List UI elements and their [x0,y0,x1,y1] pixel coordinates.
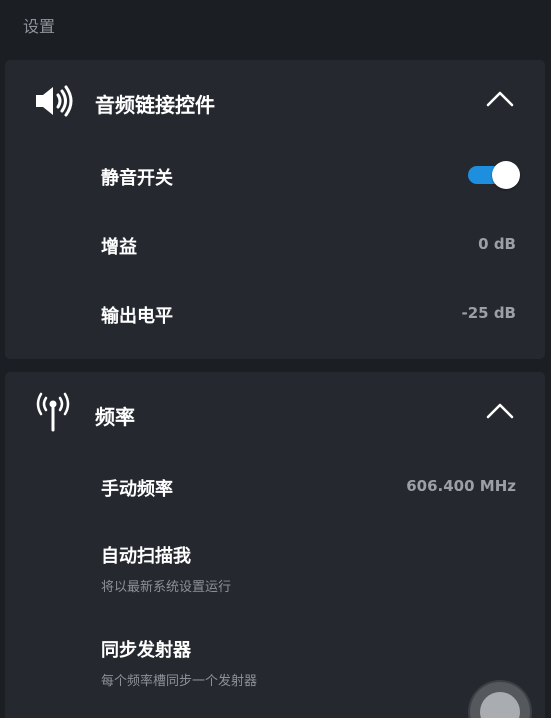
chevron-up-icon[interactable] [486,90,514,108]
mute-toggle[interactable] [468,161,520,189]
frequency-section-header[interactable]: 频率 [5,372,545,452]
frequency-card: 频率 手动频率 606.400 MHz 自动扫描我 将以最新系统设置运行 同步发… [5,372,545,718]
auto-scan-label: 自动扫描我 [101,546,191,567]
toggle-knob [492,161,520,189]
frequency-section-title: 频率 [95,405,135,429]
sync-transmitter-label: 同步发射器 [101,640,191,661]
output-level-row[interactable]: 输出电平 -25 dB [5,289,545,339]
auto-scan-description: 将以最新系统设置运行 [101,580,232,595]
audio-link-controls-card: 音频链接控件 静音开关 增益 0 dB 输出电平 -25 dB [5,60,545,359]
chevron-up-icon[interactable] [486,402,514,420]
antenna-icon [36,392,70,432]
gain-label: 增益 [101,237,137,258]
manual-frequency-value: 606.400 MHz [406,477,516,495]
gain-value: 0 dB [478,235,516,253]
audio-section-header[interactable]: 音频链接控件 [5,60,545,140]
auto-scan-row[interactable]: 自动扫描我 将以最新系统设置运行 [5,530,545,600]
page-title: 设置 [23,17,56,36]
output-level-value: -25 dB [461,304,517,322]
fab-inner-circle [480,692,520,718]
manual-frequency-row[interactable]: 手动频率 606.400 MHz [5,462,545,512]
manual-frequency-label: 手动频率 [101,479,173,500]
audio-section-title: 音频链接控件 [95,93,215,117]
sync-transmitter-row[interactable]: 同步发射器 每个频率槽同步一个发射器 [5,624,545,694]
settings-page: 设置 音频链接控件 静音开关 增益 0 dB 输出电平 -25 dB 频率 手动… [0,0,551,718]
mute-switch-label: 静音开关 [101,168,173,189]
sync-transmitter-description: 每个频率槽同步一个发射器 [101,674,258,689]
output-level-label: 输出电平 [101,306,173,327]
gain-row[interactable]: 增益 0 dB [5,220,545,270]
speaker-icon [36,85,73,117]
mute-switch-row: 静音开关 [5,150,545,200]
